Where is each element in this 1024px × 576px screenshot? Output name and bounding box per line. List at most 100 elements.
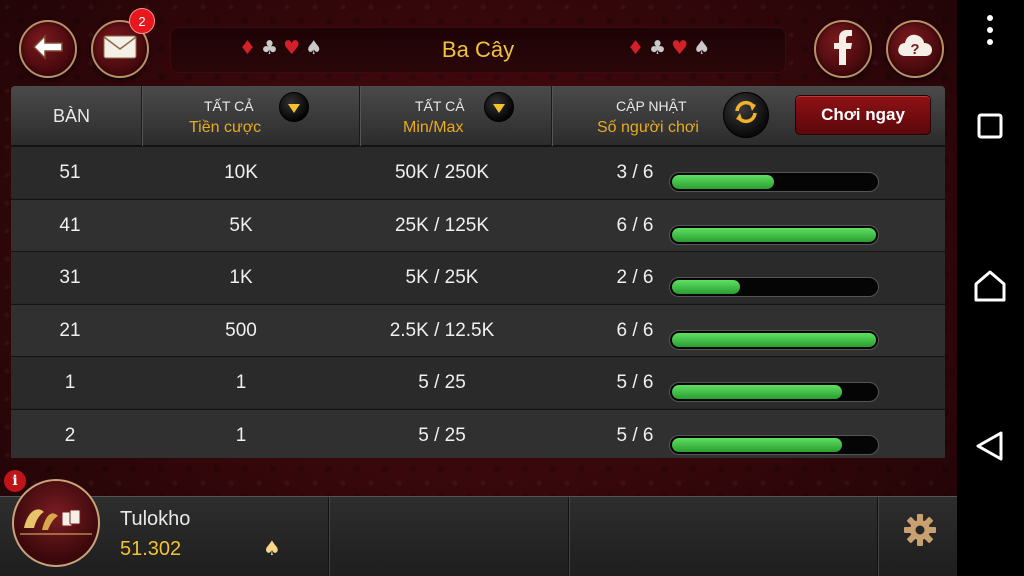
game-screen: 2 ♦ ♣ ♥ ♠ Ba Cây ♦ ♣ ♥ ♠ ? BÀN TẤT CẢ Ti… <box>0 0 957 576</box>
heart-icon: ♥ <box>283 37 302 59</box>
table-cell-minmax: 2.5K / 12.5K <box>389 319 495 341</box>
table-cell-ban: 2 <box>64 425 76 446</box>
table-cell-ban: 41 <box>59 214 81 236</box>
settings-button[interactable] <box>898 512 942 556</box>
minmax-filter-dropdown[interactable] <box>484 92 514 122</box>
facebook-button[interactable] <box>814 20 872 78</box>
table-cell-minmax: 25K / 125K <box>394 214 490 236</box>
table-cell-bet: 10K <box>224 162 258 183</box>
table-cell-ban: 1 <box>64 372 76 394</box>
club-icon: ♣ <box>261 37 280 59</box>
avatar-logo <box>18 500 94 546</box>
mail-button[interactable]: 2 <box>91 8 155 78</box>
bet-filter-label: TẤT CẢ <box>204 98 254 114</box>
table-row[interactable]: 51 10K 50K / 250K 3 / 6 <box>11 146 945 198</box>
heart-icon: ♥ <box>671 37 690 59</box>
minmax-filter-label: TẤT CẢ <box>415 98 465 114</box>
table-row[interactable]: 31 1K 5K / 25K 2 / 6 <box>11 251 945 304</box>
players-progress-fill <box>672 280 740 295</box>
table-cell-ban: 51 <box>59 162 81 183</box>
play-now-button[interactable]: Chơi ngay <box>795 95 931 135</box>
table-cell-players: 6 / 6 <box>616 319 654 341</box>
diamond-icon: ♦ <box>239 37 258 59</box>
more-vertical-icon <box>986 14 994 50</box>
table-cell-bet: 1K <box>229 267 253 289</box>
table-cell-ban: 31 <box>59 267 81 289</box>
players-progress-fill <box>672 385 842 400</box>
players-progress-bar <box>669 435 879 455</box>
chevron-down-icon <box>493 103 505 113</box>
home-button[interactable] <box>970 268 1010 308</box>
refresh-button[interactable] <box>723 92 769 138</box>
spade-icon: ♠ <box>693 37 712 59</box>
player-balance: 51.302 <box>120 538 182 560</box>
players-progress-bar <box>669 224 879 245</box>
table-cell-bet: 5K <box>229 214 253 236</box>
help-cloud-icon: ? <box>896 32 934 66</box>
bet-column-label: Tiền cược <box>189 119 262 136</box>
divider <box>877 497 878 576</box>
table-row[interactable]: 1 1 5 / 25 5 / 6 <box>11 356 945 409</box>
avatar[interactable] <box>12 479 100 567</box>
minmax-column-label: Min/Max <box>403 119 464 136</box>
table-cell-minmax: 5 / 25 <box>418 425 466 446</box>
header-cell-bet: TẤT CẢ Tiền cược <box>142 86 360 146</box>
table-header: BÀN TẤT CẢ Tiền cược TẤT CẢ Min/Max CẬP … <box>11 86 945 146</box>
recents-button[interactable] <box>970 108 1010 148</box>
back-button[interactable] <box>19 20 77 78</box>
table-cell-bet: 1 <box>235 425 247 446</box>
spade-icon: ♠ <box>263 536 281 560</box>
table-cell-players: 2 / 6 <box>616 267 654 289</box>
players-progress-bar <box>669 382 879 403</box>
column-ban-label: BÀN <box>53 106 91 126</box>
refresh-icon <box>732 98 760 132</box>
overflow-menu-button[interactable] <box>970 12 1010 52</box>
back-triangle-icon <box>974 430 1006 466</box>
players-progress-fill <box>672 438 842 452</box>
players-progress-bar <box>669 329 879 350</box>
title-bar: ♦ ♣ ♥ ♠ Ba Cây ♦ ♣ ♥ ♠ <box>170 27 786 73</box>
table-cell-ban: 21 <box>59 319 81 341</box>
divider <box>568 497 569 576</box>
back-arrow-icon <box>31 34 65 64</box>
bet-filter-dropdown[interactable] <box>279 92 309 122</box>
table-cell-players: 5 / 6 <box>616 372 654 394</box>
table-cell-minmax: 5K / 25K <box>405 267 479 289</box>
player-name: Tulokho <box>120 508 191 530</box>
table-cell-players: 5 / 6 <box>616 425 654 446</box>
header-cell-minmax: TẤT CẢ Min/Max <box>360 86 552 146</box>
table-cell-bet: 500 <box>225 319 257 341</box>
club-icon: ♣ <box>649 37 668 59</box>
players-progress-bar <box>669 172 879 192</box>
back-nav-button[interactable] <box>970 428 1010 468</box>
table-cell-players: 3 / 6 <box>616 162 654 183</box>
divider <box>328 497 329 576</box>
players-progress-fill <box>672 332 876 347</box>
game-title: Ba Cây <box>441 37 515 62</box>
table-cell-minmax: 5 / 25 <box>418 372 466 394</box>
header-cell-ban: BÀN <box>11 86 142 146</box>
players-progress-bar <box>669 277 879 298</box>
chevron-down-icon <box>288 103 300 113</box>
table-cell-minmax: 50K / 250K <box>394 162 490 183</box>
spade-icon: ♠ <box>305 37 324 59</box>
suits-left: ♦ ♣ ♥ ♠ <box>239 37 323 59</box>
gear-icon <box>903 513 937 556</box>
svg-text:?: ? <box>910 41 919 58</box>
mail-icon <box>103 35 137 63</box>
players-progress-fill <box>672 227 876 242</box>
suits-right: ♦ ♣ ♥ ♠ <box>627 37 711 59</box>
table-row[interactable]: 2 1 5 / 25 5 / 6 <box>11 409 945 458</box>
players-progress-fill <box>672 175 774 189</box>
lobby-table: BÀN TẤT CẢ Tiền cược TẤT CẢ Min/Max CẬP … <box>11 86 945 458</box>
info-icon[interactable]: i <box>4 470 26 492</box>
diamond-icon: ♦ <box>627 37 646 59</box>
table-cell-bet: 1 <box>235 372 247 394</box>
table-row[interactable]: 21 500 2.5K / 12.5K 6 / 6 <box>11 303 945 356</box>
help-button[interactable]: ? <box>886 20 944 78</box>
recents-square-icon <box>976 112 1004 144</box>
table-cell-players: 6 / 6 <box>616 214 654 236</box>
players-column-label: Số người chơi <box>597 119 699 136</box>
table-row[interactable]: 41 5K 25K / 125K 6 / 6 <box>11 198 945 251</box>
home-icon <box>973 269 1007 307</box>
